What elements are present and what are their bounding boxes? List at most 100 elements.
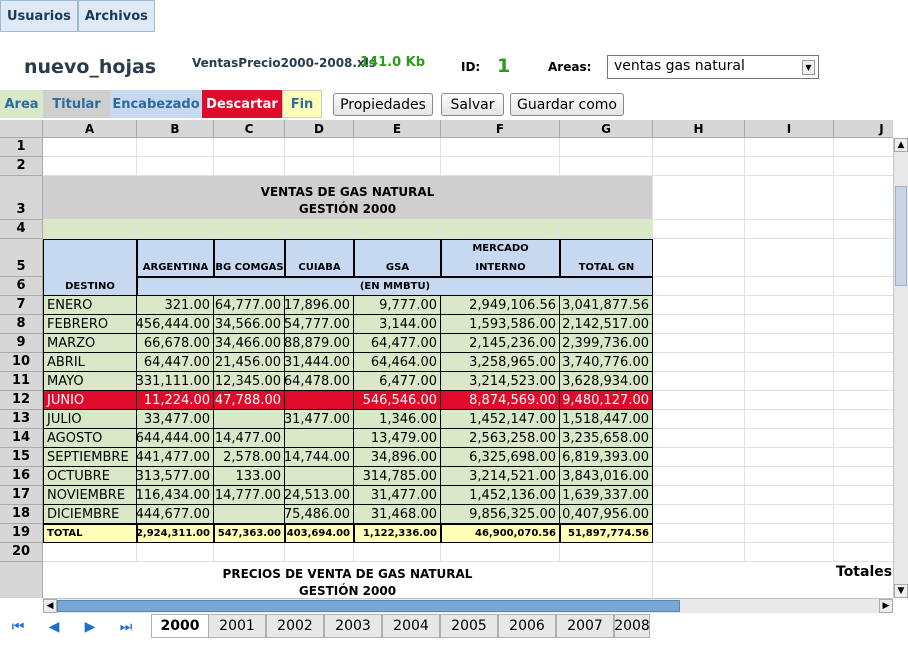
- row-header-13[interactable]: 13: [0, 410, 43, 429]
- row-header-10[interactable]: 10: [0, 353, 43, 372]
- propiedades-button[interactable]: Propiedades: [333, 93, 433, 116]
- row-header-19[interactable]: 19: [0, 524, 43, 543]
- value-cell: 64,777.00: [214, 296, 285, 315]
- sheet-tab-2008[interactable]: 2008: [614, 614, 650, 638]
- row-header-7[interactable]: 7: [0, 296, 43, 315]
- empty-cell: [745, 220, 834, 239]
- sheet-tab-2005[interactable]: 2005: [440, 614, 498, 638]
- value-cell: 34,466.00: [214, 334, 285, 353]
- row-header-15[interactable]: 15: [0, 448, 43, 467]
- mode-titular[interactable]: Titular: [43, 90, 110, 118]
- row-header-16[interactable]: 16: [0, 467, 43, 486]
- value-cell: 3,740,776.00: [560, 353, 653, 372]
- empty-cell: [560, 138, 653, 157]
- value-cell: 6,819,393.00: [560, 448, 653, 467]
- sheet-tab-2003[interactable]: 2003: [324, 614, 382, 638]
- column-header-a[interactable]: A: [43, 120, 137, 138]
- areas-select[interactable]: ventas gas natural ▼: [607, 55, 819, 79]
- column-header-d[interactable]: D: [285, 120, 354, 138]
- value-cell: 1,346.00: [354, 410, 441, 429]
- empty-cell: [653, 486, 745, 505]
- first-sheet-icon[interactable]: ⏮: [7, 616, 29, 638]
- spreadsheet-grid[interactable]: A B C D E F G H I J 1 2 3 4 5 6 7 8 9 10 11 12 13 14 15 16 17 18 19 2…: [0, 120, 893, 598]
- scroll-right-icon[interactable]: ▶: [879, 599, 893, 613]
- row-header-2[interactable]: 2: [0, 157, 43, 176]
- row-header-17[interactable]: 17: [0, 486, 43, 505]
- column-header-i[interactable]: I: [745, 120, 834, 138]
- mode-encabezado[interactable]: Encabezado: [110, 90, 202, 118]
- sheet-tab-2002[interactable]: 2002: [266, 614, 324, 638]
- empty-cell: [354, 157, 441, 176]
- prev-sheet-icon[interactable]: ◀: [43, 616, 65, 638]
- row-header-6[interactable]: 6: [0, 277, 43, 296]
- sheet-tab-2000[interactable]: 2000: [151, 614, 209, 638]
- file-name: VentasPrecio2000-2008.xls: [192, 56, 376, 70]
- mode-area[interactable]: Area: [0, 90, 43, 118]
- vertical-scroll-thumb[interactable]: [895, 186, 907, 286]
- value-cell: 14,777.00: [214, 486, 285, 505]
- value-cell: 12,345.00: [214, 372, 285, 391]
- row-header-8[interactable]: 8: [0, 315, 43, 334]
- scroll-down-icon[interactable]: ▼: [894, 584, 908, 598]
- guardar-como-button[interactable]: Guardar como: [510, 93, 624, 116]
- menu-archivos[interactable]: Archivos: [77, 0, 155, 32]
- row-header-5[interactable]: 5: [0, 239, 43, 277]
- empty-cell: [834, 467, 893, 486]
- row-header-1[interactable]: 1: [0, 138, 43, 157]
- empty-cell: [653, 524, 745, 543]
- salvar-button[interactable]: Salvar: [441, 93, 504, 116]
- column-header-e[interactable]: E: [354, 120, 441, 138]
- sheet-tab-2004[interactable]: 2004: [382, 614, 440, 638]
- empty-cell: [653, 334, 745, 353]
- row-header-21[interactable]: [0, 562, 43, 598]
- next-sheet-icon[interactable]: ▶: [79, 616, 101, 638]
- column-header-j[interactable]: J: [834, 120, 893, 138]
- empty-cell: [745, 505, 834, 524]
- total-cell: 51,897,774.56: [560, 524, 653, 543]
- row-header-18[interactable]: 18: [0, 505, 43, 524]
- column-header-h[interactable]: H: [653, 120, 745, 138]
- chevron-down-icon[interactable]: ▼: [802, 60, 815, 75]
- row-header-14[interactable]: 14: [0, 429, 43, 448]
- row-header-9[interactable]: 9: [0, 334, 43, 353]
- value-cell: 1,639,337.00: [560, 486, 653, 505]
- value-cell: 31,468.00: [354, 505, 441, 524]
- empty-cell: [214, 157, 285, 176]
- row-header-20[interactable]: 20: [0, 543, 43, 562]
- value-cell: 10,407,956.00: [560, 505, 653, 524]
- empty-cell: [137, 138, 214, 157]
- last-sheet-icon[interactable]: ⏭: [115, 616, 137, 638]
- menu-usuarios[interactable]: Usuarios: [0, 0, 78, 32]
- vertical-scrollbar[interactable]: ▲ ▼: [893, 138, 908, 598]
- mode-descartar[interactable]: Descartar: [202, 90, 282, 118]
- row-header-3[interactable]: 3: [0, 176, 43, 220]
- empty-cell: [560, 220, 653, 239]
- column-header-b[interactable]: B: [137, 120, 214, 138]
- value-cell: [285, 391, 354, 410]
- sheet-tab-2006[interactable]: 2006: [498, 614, 556, 638]
- value-cell: 2,142,517.00: [560, 315, 653, 334]
- column-header-c[interactable]: C: [214, 120, 285, 138]
- value-cell: 14,477.00: [214, 429, 285, 448]
- empty-cell: [653, 176, 745, 220]
- column-header-g[interactable]: G: [560, 120, 653, 138]
- mode-fin[interactable]: Fin: [282, 90, 322, 118]
- empty-cell: [653, 138, 745, 157]
- header-mercado-line2: INTERNO: [475, 262, 526, 273]
- row-header-12[interactable]: 12: [0, 391, 43, 410]
- horizontal-scrollbar[interactable]: ◀ ▶: [43, 598, 893, 613]
- row-header-4[interactable]: 4: [0, 220, 43, 239]
- value-cell: [285, 429, 354, 448]
- row-header-11[interactable]: 11: [0, 372, 43, 391]
- header-bg-comgas: BG COMGAS: [214, 239, 285, 277]
- column-header-f[interactable]: F: [441, 120, 560, 138]
- scroll-up-icon[interactable]: ▲: [894, 138, 908, 152]
- horizontal-scroll-thumb[interactable]: [57, 600, 680, 612]
- scroll-left-icon[interactable]: ◀: [43, 599, 57, 613]
- month-cell: ABRIL: [43, 353, 137, 372]
- empty-cell: [745, 176, 834, 220]
- sheet-tab-2007[interactable]: 2007: [556, 614, 614, 638]
- empty-cell: [653, 448, 745, 467]
- sheet-tab-2001[interactable]: 2001: [208, 614, 266, 638]
- value-cell: 64,464.00: [354, 353, 441, 372]
